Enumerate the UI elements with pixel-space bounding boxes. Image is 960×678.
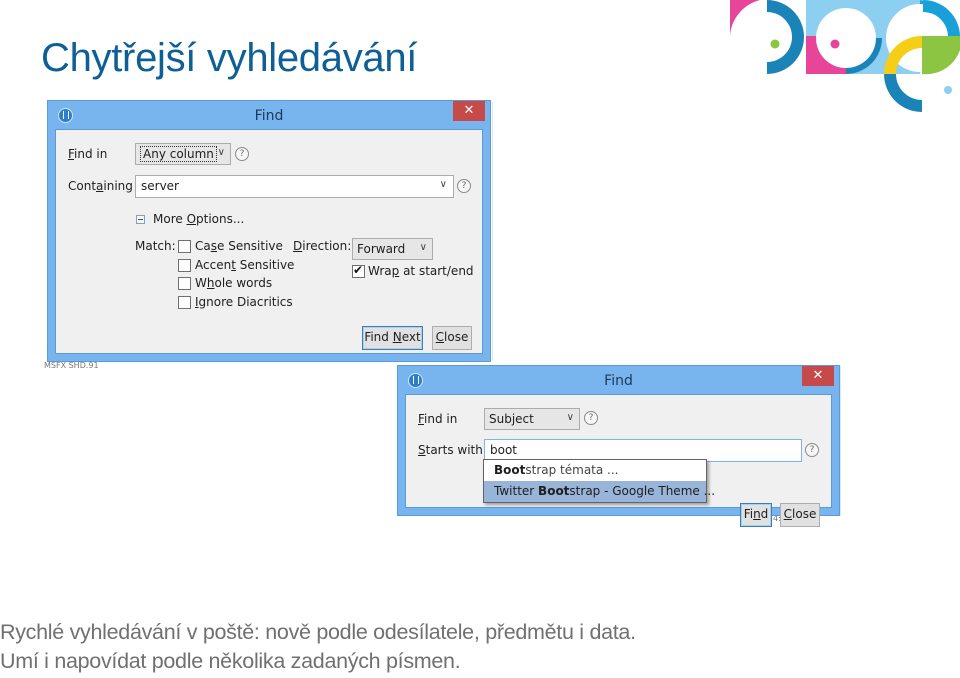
- logo-green-dot: [770, 39, 780, 49]
- accent-sensitive-checkbox[interactable]: [178, 259, 191, 272]
- decorative-logo: [730, 0, 960, 112]
- find-dialog-autocomplete: Find ✕ Find in Subject ∨ ? Starts with b…: [397, 365, 840, 527]
- whole-words-checkbox[interactable]: [178, 277, 191, 290]
- slide-title: Chytřejší vyhledávání: [41, 36, 418, 80]
- logo-pink-dot: [830, 39, 840, 49]
- background-text-fragment: MSFX SHD.91: [44, 361, 99, 370]
- case-sensitive-label[interactable]: Case Sensitive: [195, 239, 283, 253]
- chevron-down-icon: ∨: [419, 242, 427, 253]
- containing-input[interactable]: server ∨: [135, 175, 454, 198]
- background-grid-line: [492, 102, 493, 360]
- help-icon[interactable]: ?: [584, 411, 598, 425]
- autocomplete-item-selected[interactable]: Twitter Bootstrap - Google Theme ...: [484, 481, 715, 502]
- close-window-button[interactable]: ✕: [802, 366, 834, 386]
- background-grid-line: [840, 366, 841, 516]
- help-icon[interactable]: ?: [457, 179, 471, 193]
- find-in-label: Find in: [418, 412, 458, 426]
- ignore-diacritics-label[interactable]: Ignore Diacritics: [195, 295, 293, 309]
- chevron-down-icon: ∨: [566, 412, 574, 423]
- autocomplete-dropdown: Bootstrap témata ... Twitter Bootstrap -…: [483, 459, 715, 503]
- close-button[interactable]: Close: [780, 503, 820, 527]
- ignore-diacritics-checkbox[interactable]: [178, 296, 191, 309]
- find-button[interactable]: Find: [740, 503, 772, 527]
- logo-green-quarter: [922, 36, 960, 75]
- logo-blue-c-arc: [767, 0, 804, 74]
- close-window-button[interactable]: ✕: [453, 101, 485, 121]
- find-in-select[interactable]: Any column ∨: [135, 143, 231, 165]
- dialog-titlebar[interactable]: Find ✕: [398, 366, 839, 394]
- dialog-titlebar[interactable]: Find ✕: [48, 101, 490, 129]
- more-options-toggle[interactable]: More Options...: [153, 212, 244, 226]
- match-label: Match:: [135, 239, 176, 253]
- direction-label: Direction:: [293, 239, 352, 253]
- autocomplete-item[interactable]: Bootstrap témata ...: [484, 460, 706, 481]
- starts-with-label: Starts with: [418, 443, 483, 457]
- close-button[interactable]: Close: [432, 326, 472, 350]
- chevron-down-icon: ∨: [217, 147, 225, 158]
- chevron-down-icon[interactable]: ∨: [440, 179, 447, 190]
- containing-value: server: [141, 179, 179, 193]
- help-icon[interactable]: ?: [805, 443, 819, 457]
- wrap-label[interactable]: Wrap at start/end: [368, 264, 474, 278]
- collapse-icon[interactable]: [136, 215, 145, 224]
- caption-line-2: Umí i napovídat podle několika zadaných …: [0, 649, 461, 673]
- dialog-title: Find: [254, 108, 284, 124]
- logo-pink-arc: [730, 0, 760, 35]
- find-in-label: Find in: [68, 147, 108, 161]
- logo-lightblue-dot: [944, 86, 952, 94]
- whole-words-label[interactable]: Whole words: [195, 276, 272, 290]
- dialog-title: Find: [604, 373, 633, 389]
- logo-white-circle: [816, 8, 876, 68]
- dialog-client-area: Find in Any column ∨ ? Containing server…: [55, 129, 483, 354]
- accent-sensitive-label[interactable]: Accent Sensitive: [195, 258, 294, 272]
- case-sensitive-checkbox[interactable]: [178, 240, 191, 253]
- containing-label: Containing: [68, 179, 133, 193]
- find-in-value: Subject: [489, 412, 534, 426]
- logo-blue-bottom-arc: [884, 74, 922, 112]
- direction-select[interactable]: Forward ∨: [352, 238, 433, 260]
- wrap-checkbox[interactable]: [352, 263, 365, 278]
- direction-value: Forward: [357, 242, 406, 256]
- find-in-value: Any column: [140, 146, 217, 162]
- find-in-select[interactable]: Subject ∨: [484, 408, 580, 430]
- caption-line-1: Rychlé vyhledávání v poště: nově podle o…: [0, 620, 636, 644]
- find-next-button[interactable]: Find Next: [362, 326, 423, 350]
- starts-with-value: boot: [490, 443, 518, 457]
- find-dialog-advanced: Find ✕ Find in Any column ∨ ? Containing…: [47, 100, 491, 362]
- help-icon[interactable]: ?: [235, 147, 249, 161]
